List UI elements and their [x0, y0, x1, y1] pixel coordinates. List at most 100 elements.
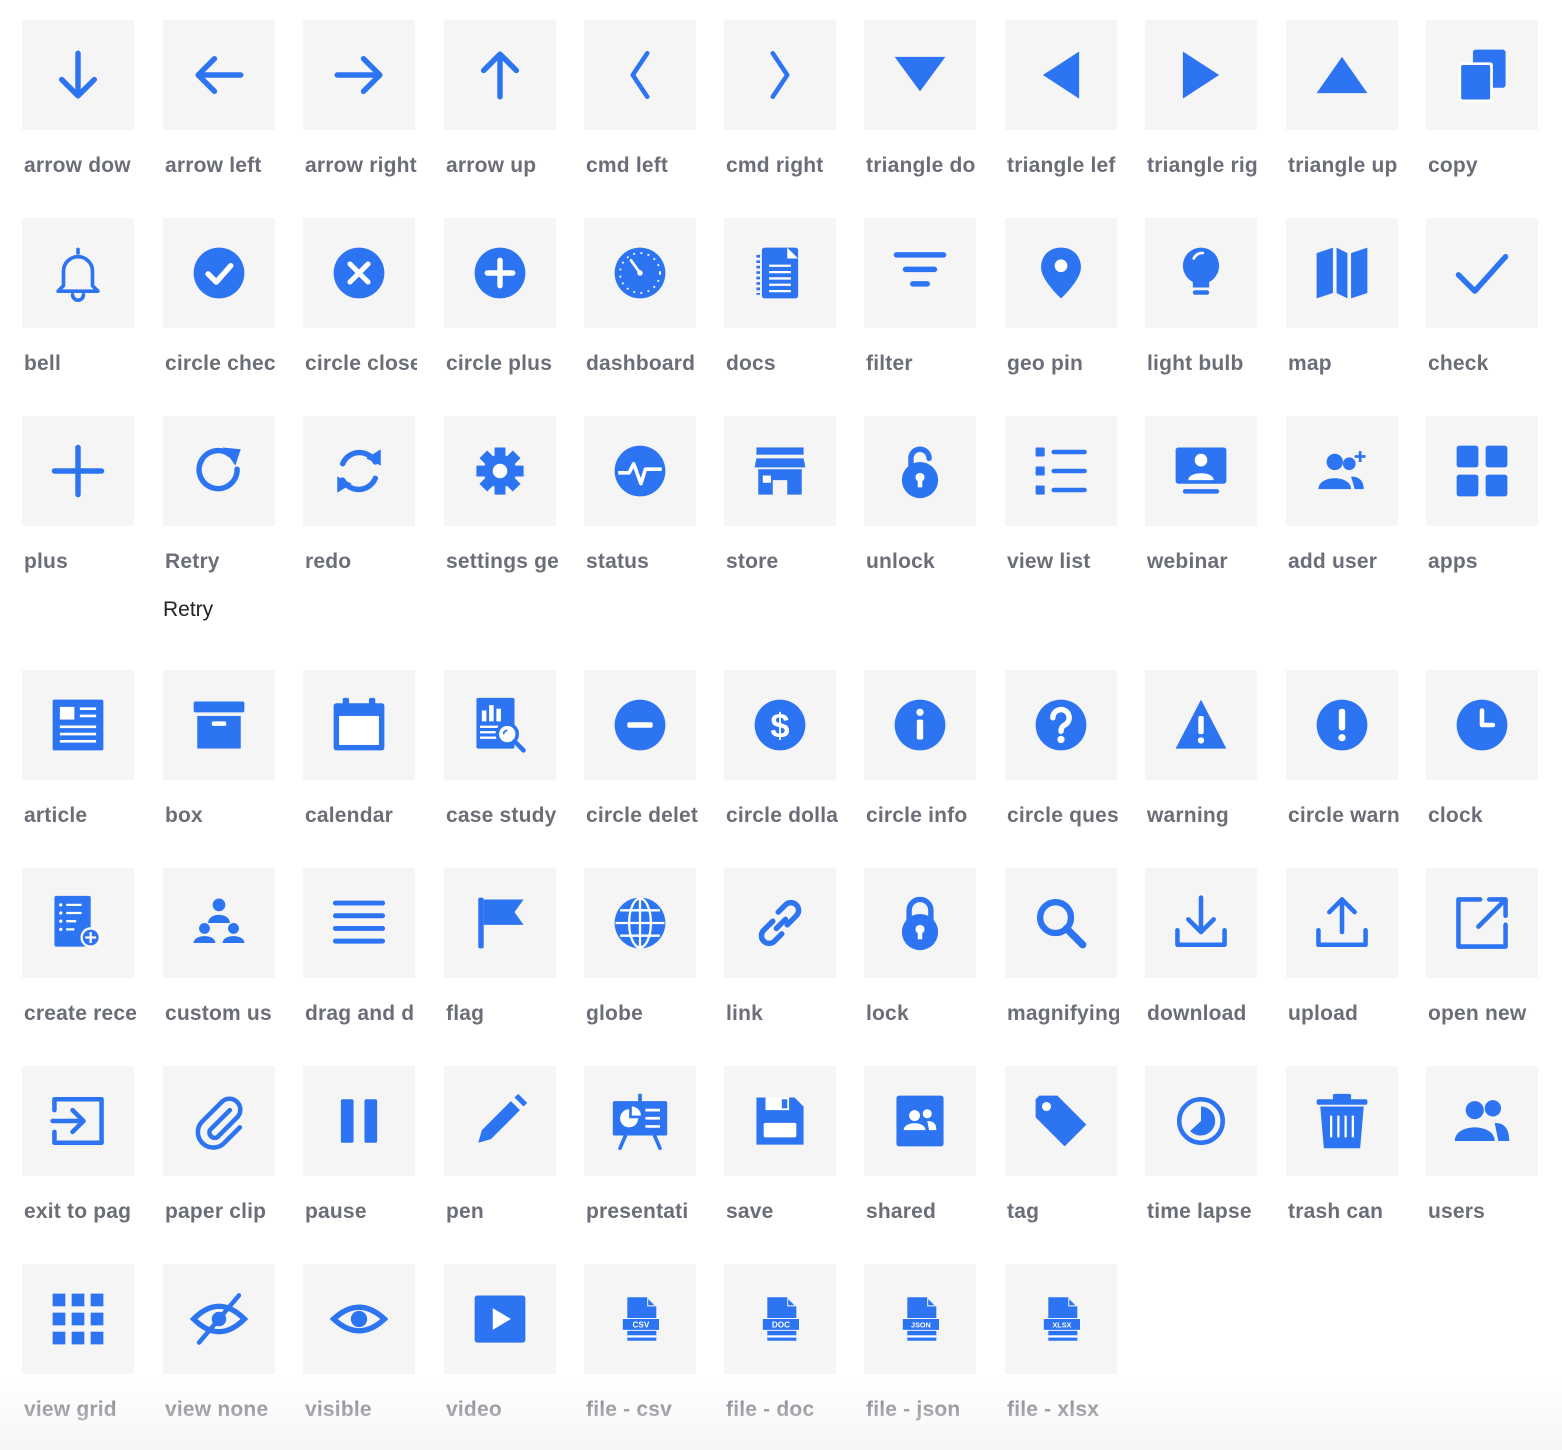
icon-label: shared [866, 1200, 937, 1223]
icon-tile[interactable] [1426, 416, 1538, 526]
cmd-left-icon [630, 50, 650, 100]
icon-tile[interactable]: $ [724, 670, 836, 780]
icon-tile[interactable] [584, 20, 696, 130]
add-user-icon [1318, 451, 1366, 490]
icon-card: triangle lef [1005, 20, 1117, 177]
icon-card: save [724, 1066, 836, 1223]
icon-tile[interactable] [1426, 218, 1538, 328]
icon-card: geo pin [1005, 218, 1117, 375]
icon-tile[interactable] [1145, 1066, 1257, 1176]
icon-card: bell [22, 218, 134, 375]
icon-tile[interactable] [22, 670, 134, 780]
icon-tile[interactable] [303, 1264, 415, 1374]
icon-tile[interactable] [584, 1066, 696, 1176]
icon-tile[interactable] [864, 218, 976, 328]
icon-tile[interactable] [303, 416, 415, 526]
icon-tile[interactable] [1426, 20, 1538, 130]
icon-tile[interactable] [724, 416, 836, 526]
icon-tile[interactable] [1426, 868, 1538, 978]
icon-tile[interactable] [163, 218, 275, 328]
icon-tile[interactable] [1005, 868, 1117, 978]
icon-tile[interactable] [1286, 416, 1398, 526]
icon-tile[interactable] [303, 20, 415, 130]
icon-tile[interactable] [584, 416, 696, 526]
icon-tile[interactable] [444, 416, 556, 526]
icon-label: redo [305, 550, 352, 573]
icon-tile[interactable] [444, 868, 556, 978]
icon-tile[interactable] [1286, 1066, 1398, 1176]
icon-label: view list [1007, 550, 1091, 573]
icon-tile[interactable] [724, 1066, 836, 1176]
icon-tile[interactable] [864, 1066, 976, 1176]
open-new-icon [1456, 897, 1508, 949]
icon-tile[interactable] [1145, 868, 1257, 978]
icon-tile[interactable] [163, 20, 275, 130]
icon-tile[interactable] [163, 416, 275, 526]
icon-tile[interactable] [22, 416, 134, 526]
icon-tile[interactable] [1145, 20, 1257, 130]
icon-tile[interactable] [724, 218, 836, 328]
icon-tile[interactable] [1005, 416, 1117, 526]
icon-tile[interactable] [22, 1264, 134, 1374]
icon-tile[interactable] [724, 868, 836, 978]
icon-tile[interactable] [1145, 218, 1257, 328]
icon-tile[interactable]: DOC [724, 1264, 836, 1374]
icon-tile[interactable] [303, 218, 415, 328]
icon-tile[interactable] [864, 416, 976, 526]
icon-tile[interactable] [444, 218, 556, 328]
icon-tile[interactable] [584, 868, 696, 978]
icon-tile[interactable] [163, 670, 275, 780]
icon-card: filter [864, 218, 976, 375]
icon-tile[interactable] [1286, 20, 1398, 130]
icon-label: status [586, 550, 650, 573]
icon-tile[interactable] [1145, 416, 1257, 526]
icon-tile[interactable] [724, 20, 836, 130]
icon-tile[interactable] [1005, 1066, 1117, 1176]
icon-tile[interactable] [864, 20, 976, 130]
icon-tile[interactable] [1286, 868, 1398, 978]
icon-tile[interactable] [1145, 670, 1257, 780]
icon-tile[interactable]: XLSX [1005, 1264, 1117, 1374]
icon-tile[interactable] [22, 218, 134, 328]
icon-tile[interactable] [1005, 670, 1117, 780]
icon-tile[interactable] [444, 20, 556, 130]
icon-tile[interactable] [1286, 670, 1398, 780]
icon-label: bell [24, 352, 61, 375]
icon-card: add user [1286, 416, 1398, 573]
icon-tile[interactable] [444, 670, 556, 780]
icon-tile[interactable] [163, 868, 275, 978]
icon-tile[interactable] [22, 868, 134, 978]
icon-tile[interactable] [584, 218, 696, 328]
icon-tile[interactable] [303, 868, 415, 978]
dashboard-icon [614, 247, 666, 299]
icon-tile[interactable] [1286, 218, 1398, 328]
upload-icon [1316, 897, 1368, 948]
icon-tile[interactable] [303, 1066, 415, 1176]
geo-pin-icon [1041, 247, 1081, 299]
icon-tile[interactable] [1426, 1066, 1538, 1176]
icon-tile[interactable] [1426, 670, 1538, 780]
icon-tile[interactable] [444, 1066, 556, 1176]
icon-label: exit to pag [24, 1200, 132, 1223]
icon-tile[interactable]: CSV [584, 1264, 696, 1374]
icon-tile[interactable] [444, 1264, 556, 1374]
icon-tile[interactable] [864, 868, 976, 978]
icon-tile[interactable] [584, 670, 696, 780]
triangle-left-icon [1042, 51, 1080, 99]
icon-tile[interactable] [1005, 218, 1117, 328]
icon-tile[interactable] [163, 1264, 275, 1374]
cmd-right-icon [770, 50, 790, 100]
icon-tile[interactable] [22, 20, 134, 130]
icon-grid: arrow dow arrow left arrow right arrow up cm… [0, 0, 1562, 1450]
icon-tile[interactable] [1005, 20, 1117, 130]
icon-tile[interactable] [22, 1066, 134, 1176]
icon-card: warning [1145, 670, 1257, 827]
icon-tile[interactable] [303, 670, 415, 780]
icon-tile[interactable] [163, 1066, 275, 1176]
icon-card: arrow left [163, 20, 275, 177]
docs-icon [756, 247, 799, 299]
shared-icon [896, 1095, 944, 1147]
icon-tile[interactable]: JSON [864, 1264, 976, 1374]
icon-tile[interactable] [864, 670, 976, 780]
icon-card: download [1145, 868, 1257, 1025]
